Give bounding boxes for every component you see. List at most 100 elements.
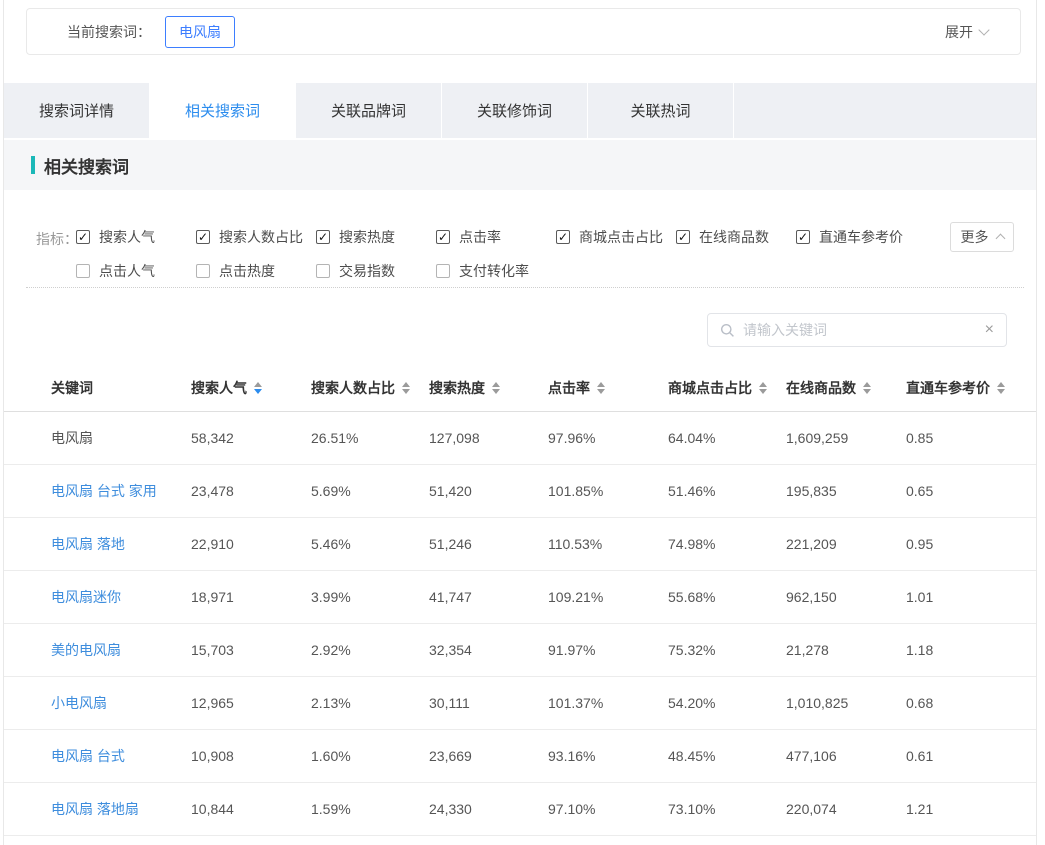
- checkbox[interactable]: ✓: [796, 230, 810, 244]
- value-cell: 1.18: [906, 642, 1018, 658]
- column-header: 商城点击占比: [668, 378, 786, 398]
- keyword-tag[interactable]: 电风扇: [165, 16, 235, 48]
- sort-desc-arrow: [254, 389, 262, 394]
- metric-checkbox-item[interactable]: 支付转化率: [436, 261, 556, 281]
- table-header: 关键词搜索人气搜索人数占比搜索热度点击率商城点击占比在线商品数直通车参考价: [4, 365, 1036, 412]
- value-cell: 0.61: [906, 748, 1018, 764]
- column-header-label: 关键词: [51, 378, 93, 398]
- value-cell: 73.10%: [668, 801, 786, 817]
- column-header-label: 点击率: [548, 378, 590, 398]
- column-header-label: 商城点击占比: [668, 378, 752, 398]
- tabbar: 搜索词详情相关搜索词关联品牌词关联修饰词关联热词: [4, 83, 1036, 138]
- value-cell: 5.69%: [311, 483, 429, 499]
- sort-icon[interactable]: [863, 382, 871, 394]
- sort-desc-arrow: [759, 389, 767, 394]
- value-cell: 23,478: [191, 483, 311, 499]
- value-cell: 55.68%: [668, 589, 786, 605]
- column-header-label: 搜索人数占比: [311, 378, 395, 398]
- checkbox[interactable]: ✓: [676, 230, 690, 244]
- keyword-cell[interactable]: 电风扇 落地扇: [51, 799, 191, 819]
- keyword-cell[interactable]: 电风扇 台式 家用: [51, 481, 191, 501]
- value-cell: 48.45%: [668, 748, 786, 764]
- section-body: 指标： ✓搜索人气✓搜索人数占比✓搜索热度✓点击率✓商城点击占比✓在线商品数✓直…: [4, 190, 1036, 845]
- page: 当前搜索词： 电风扇 展开 搜索词详情相关搜索词关联品牌词关联修饰词关联热词 相…: [3, 0, 1037, 845]
- tab-4[interactable]: 关联热词: [588, 83, 734, 138]
- sort-icon[interactable]: [759, 382, 767, 394]
- sort-asc-arrow: [597, 382, 605, 387]
- metrics-row-2: 点击人气 点击热度 交易指数支付转化率: [76, 256, 556, 286]
- checkbox[interactable]: ✓: [436, 230, 450, 244]
- checkbox[interactable]: [196, 264, 210, 278]
- value-cell: 74.98%: [668, 536, 786, 552]
- more-button[interactable]: 更多: [950, 222, 1014, 252]
- checkbox-label: 在线商品数: [699, 227, 769, 247]
- tab-3[interactable]: 关联修饰词: [442, 83, 588, 138]
- table-row: 电风扇58,34226.51%127,09897.96%64.04%1,609,…: [4, 412, 1036, 465]
- value-cell: 51.46%: [668, 483, 786, 499]
- metric-checkbox-item[interactable]: 点击人气: [76, 261, 196, 281]
- clear-icon[interactable]: ×: [985, 322, 994, 338]
- sort-icon[interactable]: [492, 382, 500, 394]
- column-header: 直通车参考价: [906, 378, 1018, 398]
- table-row: 电风扇迷你18,9713.99%41,747109.21%55.68%962,1…: [4, 571, 1036, 624]
- table-body: 电风扇58,34226.51%127,09897.96%64.04%1,609,…: [4, 412, 1036, 836]
- value-cell: 97.10%: [548, 801, 668, 817]
- metric-checkbox-item[interactable]: 交易指数: [316, 261, 436, 281]
- checkbox-label: 商城点击占比: [579, 227, 663, 247]
- sort-desc-arrow: [863, 389, 871, 394]
- dotted-divider: [26, 287, 1024, 288]
- tab-2[interactable]: 关联品牌词: [296, 83, 442, 138]
- metric-checkbox-item[interactable]: 点击热度: [196, 261, 316, 281]
- value-cell: 101.85%: [548, 483, 668, 499]
- value-cell: 1.01: [906, 589, 1018, 605]
- search-input[interactable]: [743, 322, 985, 338]
- keyword-cell[interactable]: 小电风扇: [51, 693, 191, 713]
- table-row: 电风扇 台式 家用23,4785.69%51,420101.85%51.46%1…: [4, 465, 1036, 518]
- keyword-cell[interactable]: 电风扇迷你: [51, 587, 191, 607]
- checkbox[interactable]: ✓: [196, 230, 210, 244]
- keyword-cell[interactable]: 电风扇 台式: [51, 746, 191, 766]
- metric-checkbox-item[interactable]: ✓直通车参考价: [796, 227, 916, 247]
- value-cell: 1,609,259: [786, 430, 906, 446]
- current-search-label: 当前搜索词：: [67, 22, 151, 42]
- checkbox-label: 点击热度: [219, 261, 275, 281]
- value-cell: 1,010,825: [786, 695, 906, 711]
- value-cell: 51,420: [429, 483, 548, 499]
- keyword-cell[interactable]: 美的电风扇: [51, 640, 191, 660]
- sort-icon[interactable]: [997, 382, 1005, 394]
- sort-desc-arrow: [402, 389, 410, 394]
- metric-checkbox-item[interactable]: ✓搜索人数占比: [196, 227, 316, 247]
- tab-0[interactable]: 搜索词详情: [4, 83, 150, 138]
- value-cell: 58,342: [191, 430, 311, 446]
- metric-checkbox-item[interactable]: ✓搜索人气: [76, 227, 196, 247]
- keyword-cell: 电风扇: [51, 428, 191, 448]
- metric-checkbox-item[interactable]: ✓ 商城点击占比: [556, 227, 676, 247]
- sort-asc-arrow: [254, 382, 262, 387]
- column-header: 点击率: [548, 378, 668, 398]
- value-cell: 30,111: [429, 695, 548, 711]
- value-cell: 15,703: [191, 642, 311, 658]
- expand-toggle[interactable]: 展开: [945, 22, 988, 42]
- checkbox[interactable]: ✓: [316, 230, 330, 244]
- checkbox[interactable]: [436, 264, 450, 278]
- checkbox-label: 点击率: [459, 227, 501, 247]
- metric-checkbox-item[interactable]: ✓搜索热度: [316, 227, 436, 247]
- checkbox[interactable]: ✓: [556, 230, 570, 244]
- value-cell: 91.97%: [548, 642, 668, 658]
- checkbox[interactable]: [316, 264, 330, 278]
- sort-icon[interactable]: [402, 382, 410, 394]
- keyword-cell[interactable]: 电风扇 落地: [51, 534, 191, 554]
- metric-checkbox-item[interactable]: ✓ 点击率: [436, 227, 556, 247]
- sort-icon[interactable]: [597, 382, 605, 394]
- metric-checkbox-item[interactable]: ✓ 在线商品数: [676, 227, 796, 247]
- value-cell: 64.04%: [668, 430, 786, 446]
- sort-icon[interactable]: [254, 382, 262, 394]
- tab-1[interactable]: 相关搜索词: [150, 83, 296, 138]
- value-cell: 75.32%: [668, 642, 786, 658]
- checkbox[interactable]: [76, 264, 90, 278]
- value-cell: 2.13%: [311, 695, 429, 711]
- column-header: 关键词: [51, 378, 191, 398]
- checkbox[interactable]: ✓: [76, 230, 90, 244]
- sort-asc-arrow: [997, 382, 1005, 387]
- value-cell: 0.95: [906, 536, 1018, 552]
